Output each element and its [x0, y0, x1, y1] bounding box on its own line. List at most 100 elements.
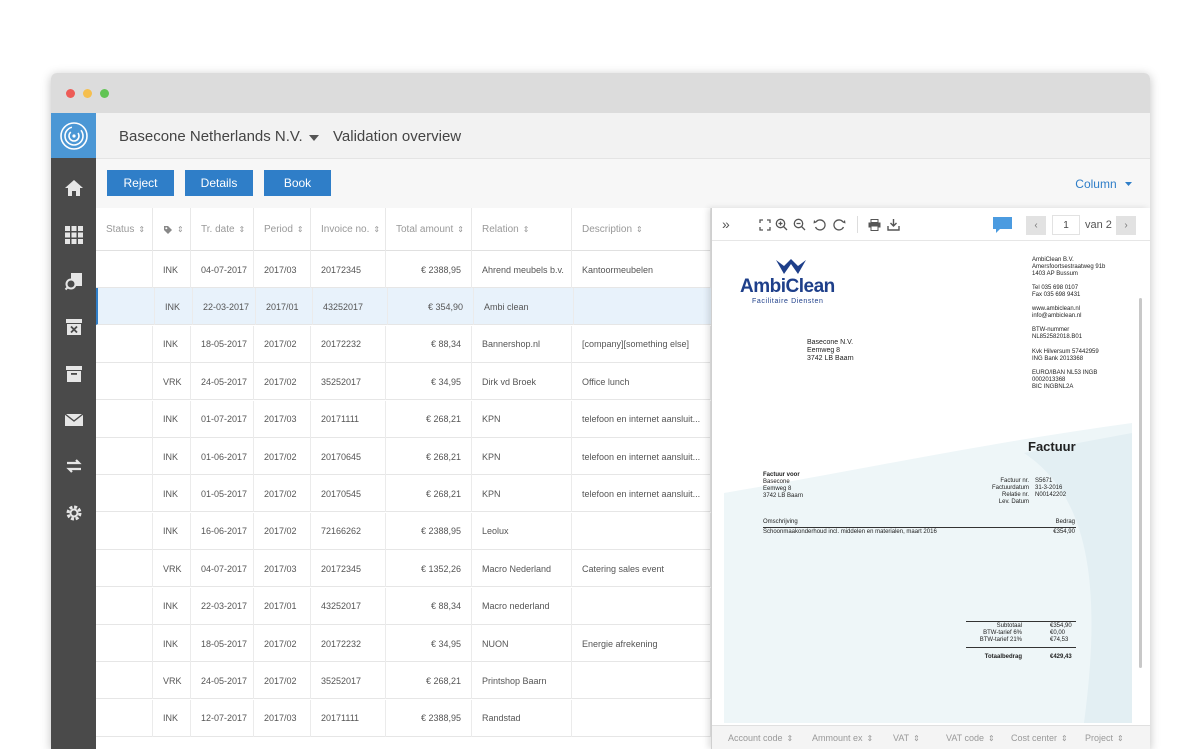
booking-column-header[interactable]: Project ⇕ [1085, 733, 1124, 743]
home-icon [64, 180, 83, 196]
table-row[interactable]: INK 04-07-2017 2017/03 20172345 € 2388,95 Ahr… [96, 251, 711, 288]
book-button[interactable]: Book [264, 170, 331, 196]
cell-description [572, 587, 711, 625]
table-row[interactable]: INK 01-07-2017 2017/03 20171111 € 268,21 KPN t… [96, 400, 711, 438]
table-row[interactable]: INK 18-05-2017 2017/02 20172232 € 34,95 NUON E… [96, 625, 711, 662]
cell-date: 04-07-2017 [191, 251, 254, 288]
column-header-status[interactable]: Status ⇕ [96, 208, 153, 251]
sort-icon[interactable]: ⇕ [1117, 734, 1124, 743]
minimize-window-button[interactable] [83, 89, 92, 98]
page-number-input[interactable]: 1 [1052, 215, 1080, 235]
invoice-title: Factuur [1028, 439, 1076, 454]
booking-column-header[interactable]: Account code ⇕ [728, 733, 793, 743]
print-icon[interactable] [868, 219, 881, 231]
sort-icon[interactable]: ⇕ [457, 225, 464, 234]
sidebar-item-documents[interactable] [51, 258, 96, 304]
details-button[interactable]: Details [185, 170, 253, 196]
column-header-relation[interactable]: Relation ⇕ [472, 208, 572, 251]
sort-icon[interactable]: ⇕ [636, 225, 643, 234]
column-header-label: Description [582, 224, 633, 235]
table-row[interactable]: VRK 24-05-2017 2017/02 35252017 € 34,95 Dirk … [96, 363, 711, 401]
cell-type: INK [153, 475, 191, 513]
zoom-in-icon[interactable] [775, 218, 788, 231]
booking-column-header[interactable]: VAT code ⇕ [946, 733, 995, 743]
sidebar-item-rejected[interactable] [51, 304, 96, 350]
cell-relation: Macro nederland [472, 587, 572, 625]
fit-page-icon[interactable] [759, 219, 771, 231]
rotate-left-icon[interactable] [813, 218, 827, 232]
table-row[interactable]: INK 18-05-2017 2017/02 20172232 € 88,34 Banne… [96, 325, 711, 363]
sidebar-item-settings[interactable] [51, 490, 96, 536]
booking-column-header[interactable]: Ammount ex ⇕ [812, 733, 873, 743]
cell-description: [company][something else] [572, 325, 711, 363]
reject-button[interactable]: Reject [107, 170, 174, 196]
sort-icon[interactable]: ⇕ [373, 225, 380, 234]
chevron-down-icon[interactable] [309, 135, 319, 141]
column-header-description[interactable]: Description ⇕ [572, 208, 711, 251]
collapse-panel-icon[interactable]: » [722, 216, 730, 232]
bill-to-label: Factuur voor [763, 472, 800, 478]
viewer-scrollbar[interactable] [1139, 298, 1142, 668]
prev-page-button[interactable]: ‹ [1026, 216, 1046, 235]
sender-btw-label: BTW-nummer [1032, 327, 1070, 333]
sidebar-item-home[interactable] [51, 165, 96, 211]
sort-icon[interactable]: ⇕ [523, 225, 530, 234]
page-title: Validation overview [333, 128, 462, 145]
sort-icon[interactable]: ⇕ [239, 225, 246, 234]
cell-type: VRK [153, 662, 191, 700]
table-row[interactable]: INK 22-03-2017 2017/01 43252017 € 354,90 Ambi… [96, 288, 711, 326]
sidebar-item-grid[interactable] [51, 212, 96, 258]
sort-icon[interactable]: ⇕ [913, 734, 920, 743]
sort-icon[interactable]: ⇕ [297, 225, 304, 234]
close-window-button[interactable] [66, 89, 75, 98]
column-header-invoice[interactable]: Invoice no. ⇕ [311, 208, 386, 251]
column-header-date[interactable]: Tr. date ⇕ [191, 208, 254, 251]
table-row[interactable]: INK 01-05-2017 2017/02 20170545 € 268,21 KPN t… [96, 475, 711, 513]
comment-icon[interactable] [993, 217, 1012, 233]
column-dropdown[interactable]: Column [1075, 177, 1132, 191]
sort-icon[interactable]: ⇕ [867, 734, 874, 743]
chevron-down-icon [1125, 182, 1132, 187]
table-row[interactable]: INK 01-06-2017 2017/02 20170645 € 268,21 KPN t… [96, 438, 711, 475]
sender-bank: ING Bank 2013368 [1032, 356, 1084, 362]
cell-status [96, 512, 153, 550]
booking-column-header[interactable]: VAT ⇕ [893, 733, 920, 743]
company-selector[interactable]: Basecone Netherlands N.V. [119, 128, 303, 145]
cell-date: 18-05-2017 [191, 325, 254, 363]
column-header-amount[interactable]: Total amount ⇕ [386, 208, 472, 251]
table-row[interactable]: INK 22-03-2017 2017/01 43252017 € 88,34 Macro… [96, 587, 711, 625]
line-item-amount: €354,90 [1053, 529, 1075, 535]
sender-iban: EURO/IBAN NL53 INGB [1032, 370, 1098, 376]
cell-period: 2017/02 [254, 325, 311, 363]
booking-column-header[interactable]: Cost center ⇕ [1011, 733, 1068, 743]
sidebar-item-mail[interactable] [51, 397, 96, 443]
zoom-window-button[interactable] [100, 89, 109, 98]
app-logo[interactable] [51, 113, 96, 158]
column-header-period[interactable]: Period ⇕ [254, 208, 311, 251]
cell-amount: € 88,34 [386, 325, 472, 363]
sender-line: 1403 AP Bussum [1032, 271, 1078, 277]
sort-icon[interactable]: ⇕ [1061, 734, 1068, 743]
sidebar-item-transfer[interactable] [51, 443, 96, 489]
sidebar-item-archive[interactable] [51, 351, 96, 397]
next-page-button[interactable]: › [1116, 216, 1136, 235]
sort-icon[interactable]: ⇕ [787, 734, 794, 743]
sort-icon[interactable]: ⇕ [138, 225, 145, 234]
rotate-right-icon[interactable] [832, 218, 846, 232]
cell-period: 2017/03 [254, 699, 311, 737]
addressee-line: Eemweg 8 [807, 347, 841, 354]
sort-icon[interactable]: ⇕ [177, 225, 184, 234]
zoom-out-icon[interactable] [793, 218, 806, 231]
sort-icon[interactable]: ⇕ [988, 734, 995, 743]
sender-line: Amersfoortsestraatweg 91b [1032, 264, 1106, 270]
grand-total-label: Totaalbedrag [984, 654, 1022, 660]
table-row[interactable]: INK 12-07-2017 2017/03 20171111 € 2388,95 Ran… [96, 699, 711, 737]
cell-amount: € 268,21 [386, 475, 472, 513]
column-header-type[interactable]: ⇕ [153, 208, 191, 251]
sender-email: info@ambiclean.nl [1032, 313, 1082, 319]
totals-value: €74,53 [1050, 637, 1069, 643]
table-row[interactable]: VRK 24-05-2017 2017/02 35252017 € 268,21 Prin… [96, 662, 711, 700]
table-row[interactable]: INK 16-06-2017 2017/02 72166262 € 2388,95 Leo… [96, 512, 711, 550]
download-icon[interactable] [887, 218, 900, 231]
table-row[interactable]: VRK 04-07-2017 2017/03 20172345 € 1352,26 Mac… [96, 550, 711, 588]
